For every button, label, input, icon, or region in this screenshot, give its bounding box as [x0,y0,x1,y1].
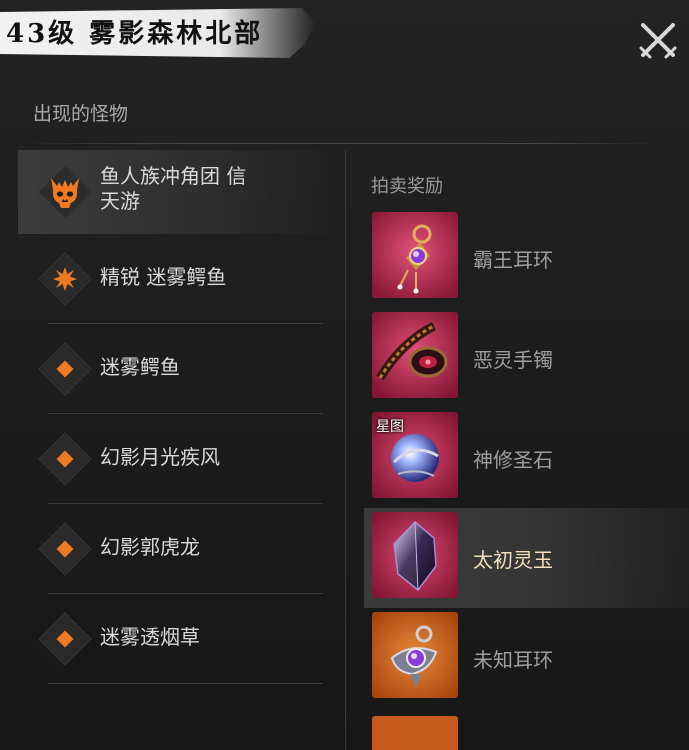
reward-name: 未知耳环 [473,648,553,672]
spiky-star-icon [53,267,77,291]
monsters-heading: 出现的怪物 [33,103,129,125]
diamond-icon [56,360,74,378]
close-button[interactable] [636,18,680,62]
reward-icon-frame[interactable] [372,212,458,298]
diamond-icon [56,540,74,558]
diamond-icon [56,450,74,468]
monster-item-boss[interactable]: 鱼人族冲角团 信 天游 [18,150,328,234]
monster-name: 迷雾鳄鱼 [100,355,180,379]
close-x-icon [639,23,677,59]
monster-name-line2: 天游 [100,189,140,213]
monster-name: 精锐 迷雾鳄鱼 [100,265,227,289]
reward-icon-frame[interactable] [372,612,458,698]
reward-item[interactable]: 星图 神修圣石 [364,408,689,508]
normal-badge [38,612,92,666]
page-title: 43级 雾影森林北部 [6,19,264,49]
earring-icon [372,212,458,298]
boss-badge [38,165,92,219]
reward-icon-frame[interactable] [372,512,458,598]
monster-item-elite[interactable]: 精锐 迷雾鳄鱼 [18,234,328,324]
monster-item[interactable]: 幻影郭虎龙 [18,504,328,594]
monster-list: 鱼人族冲角团 信 天游 精锐 迷雾鳄鱼 迷雾鳄鱼 幻影月光疾风 幻影郭虎龙 迷雾… [18,150,328,684]
reward-list: 霸王耳环 恶灵手镯 星图 神修圣石 太初灵玉 未知耳环 [364,208,689,708]
monster-item[interactable]: 迷雾鳄鱼 [18,324,328,414]
reward-name: 神修圣石 [473,448,553,472]
demon-skull-icon [51,178,79,208]
bracelet-icon [372,312,458,398]
rewards-heading: 拍卖奖励 [371,176,443,197]
reward-item[interactable]: 恶灵手镯 [364,308,689,408]
monster-name-line1: 鱼人族冲角团 信 [100,164,247,188]
reward-item-selected[interactable]: 太初灵玉 [364,508,689,608]
crystal-icon [372,512,458,598]
title-bar: 43级 雾影森林北部 [0,0,689,62]
monster-name: 鱼人族冲角团 信 天游 [100,164,246,214]
reward-tag: 星图 [376,419,404,435]
section-divider [20,143,660,144]
earring-icon [372,612,458,698]
column-divider [345,150,346,750]
normal-badge [38,342,92,396]
monster-name: 迷雾透烟草 [100,625,200,649]
elite-badge [38,252,92,306]
reward-item-partial[interactable] [372,716,458,750]
monster-name: 幻影月光疾风 [100,445,220,469]
reward-name: 太初灵玉 [473,548,553,572]
reward-name: 恶灵手镯 [473,348,553,372]
reward-name: 霸王耳环 [473,248,553,272]
normal-badge [38,522,92,576]
reward-item[interactable]: 未知耳环 [364,608,689,708]
monster-name: 幻影郭虎龙 [100,535,200,559]
normal-badge [38,432,92,486]
diamond-icon [56,630,74,648]
monster-item[interactable]: 幻影月光疾风 [18,414,328,504]
reward-icon-frame[interactable] [372,312,458,398]
monster-item[interactable]: 迷雾透烟草 [18,594,328,684]
reward-item[interactable]: 霸王耳环 [364,208,689,308]
